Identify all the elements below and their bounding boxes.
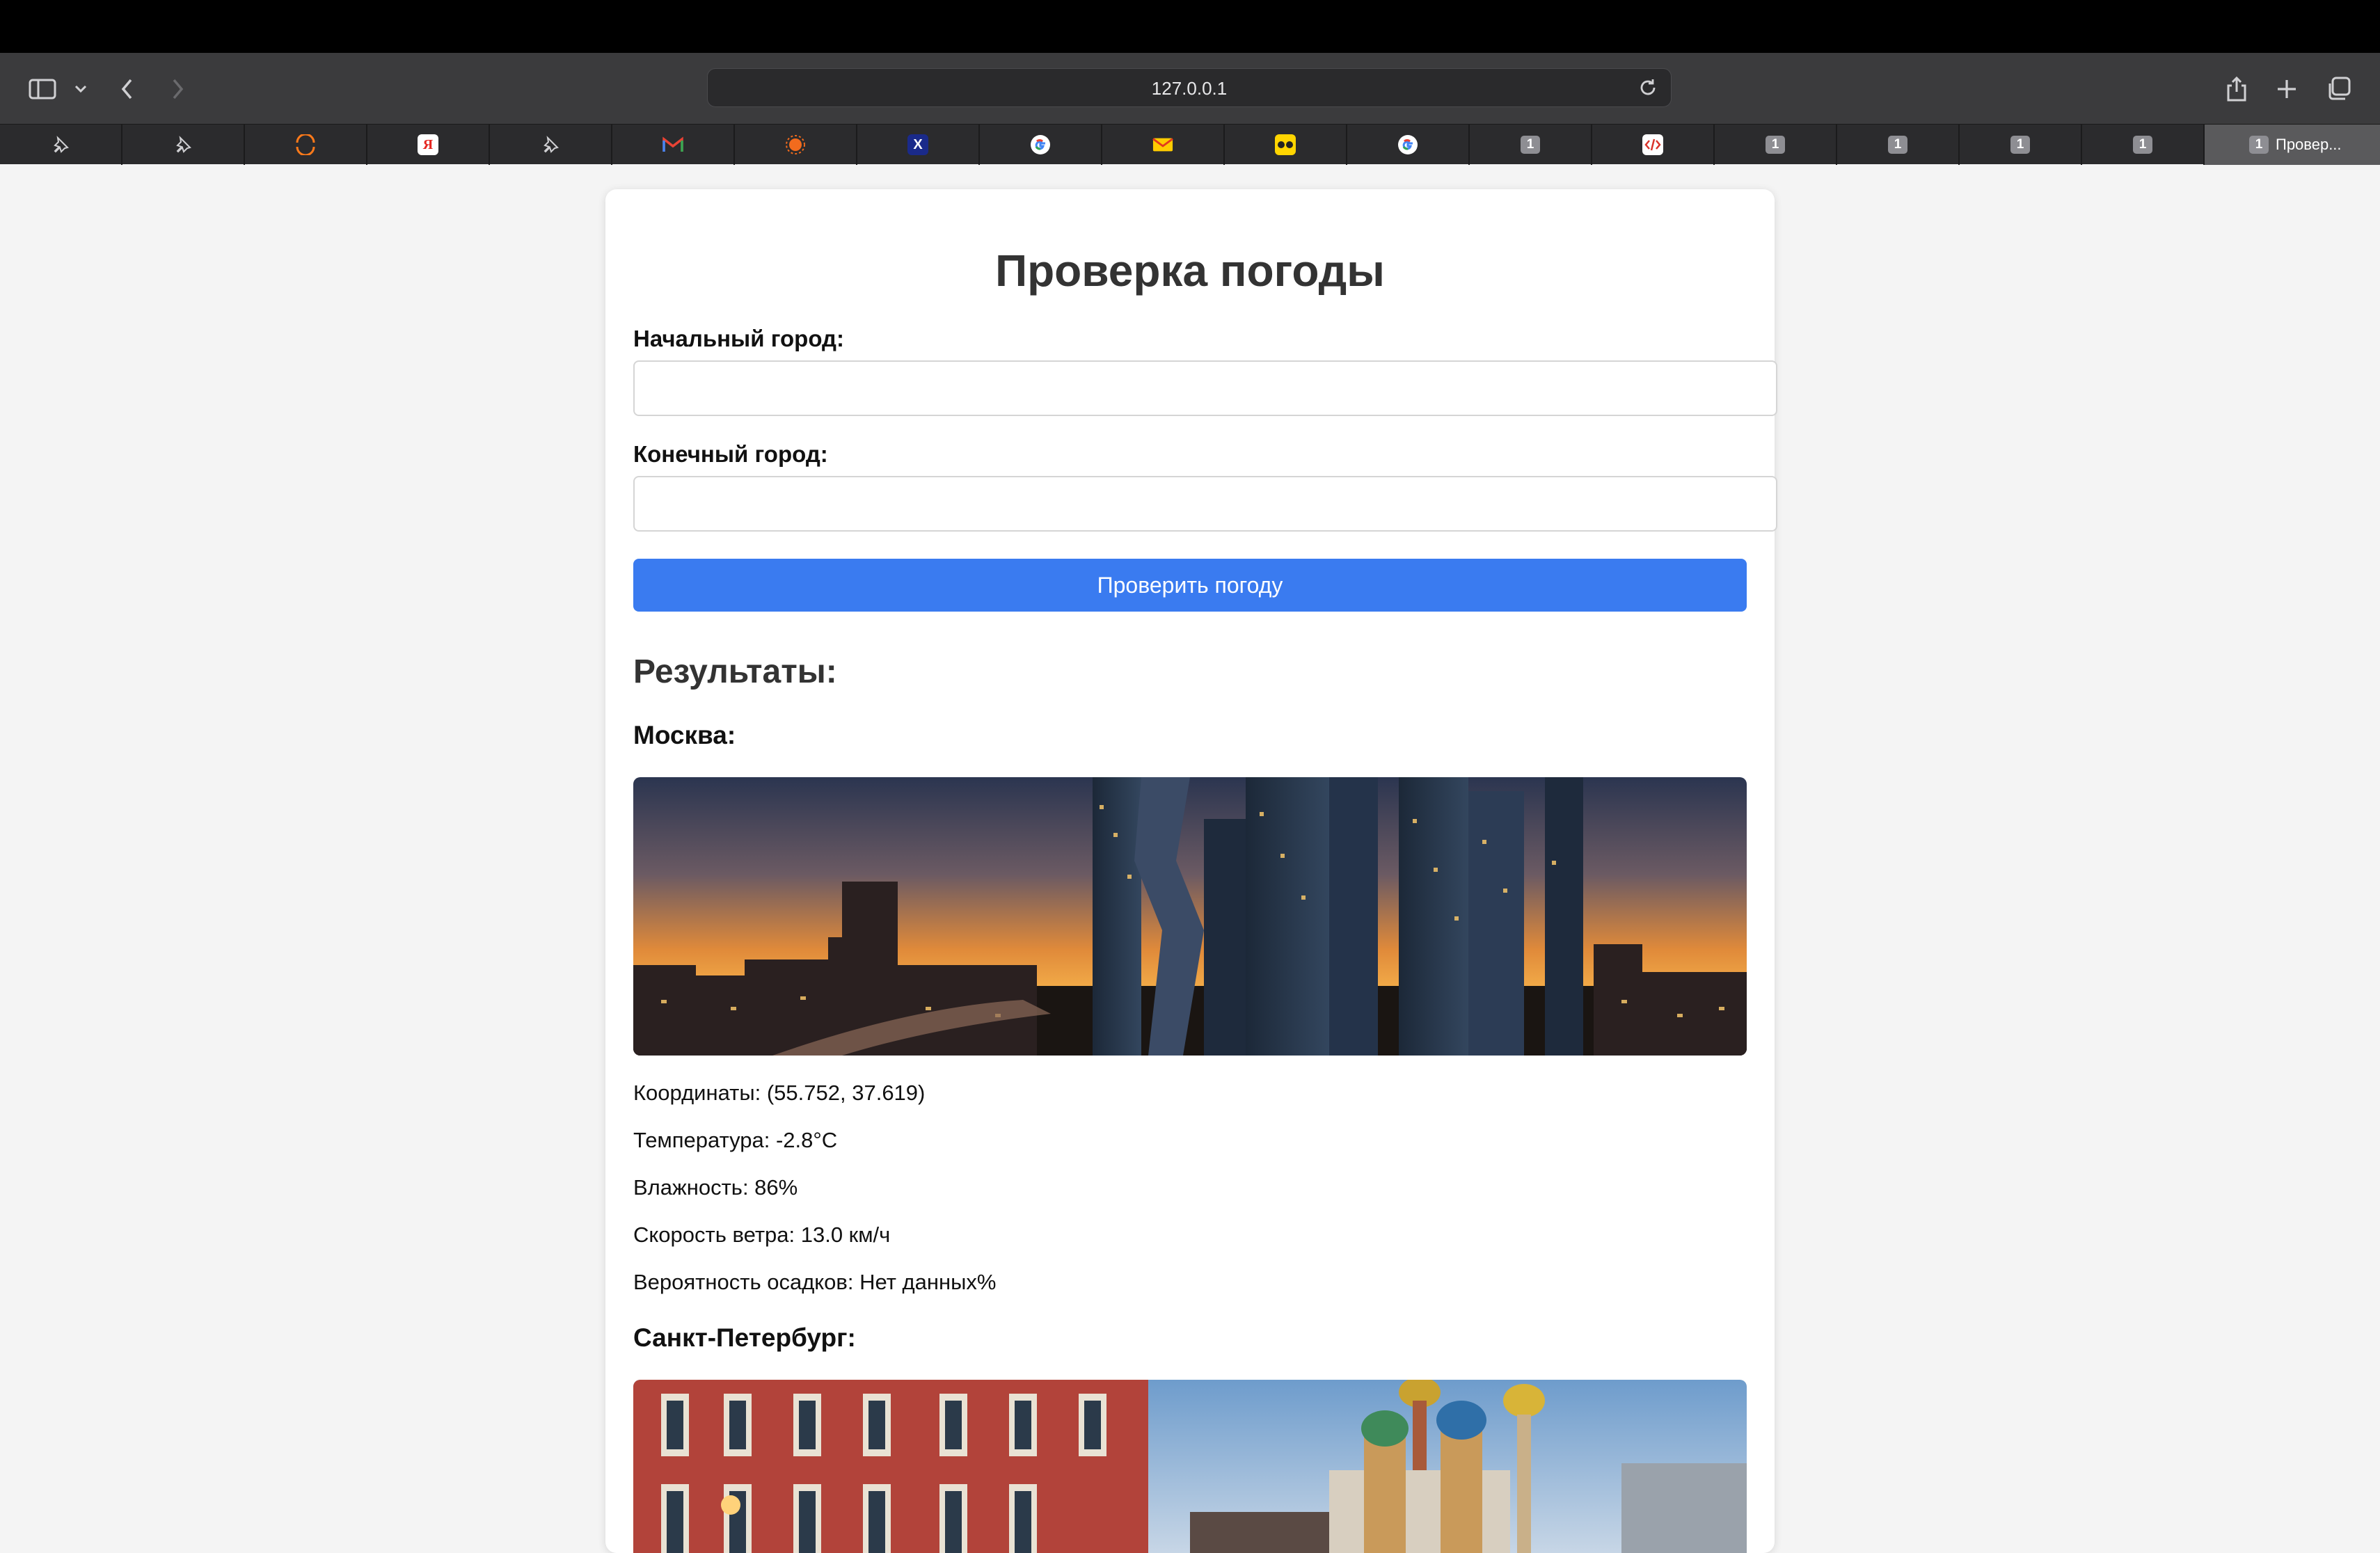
tab-active[interactable]: 1 Провер... (2205, 125, 2380, 165)
moscow-coordinates: Координаты: (55.752, 37.619) (633, 1081, 926, 1105)
back-icon[interactable] (117, 74, 138, 104)
pin-icon (540, 134, 561, 155)
weather-card: Проверка погоды Начальный город: Конечны… (605, 189, 1777, 1553)
url-text: 127.0.0.1 (1151, 78, 1228, 99)
moscow-temperature: Температура: -2.8°C (633, 1128, 838, 1152)
tab-10[interactable] (1102, 125, 1225, 165)
moscow-city-photo (633, 777, 1747, 1056)
google-icon (1030, 134, 1051, 155)
tab-7[interactable] (735, 125, 857, 165)
yellow-glasses-icon (1275, 134, 1296, 155)
number-icon: 1 (2249, 136, 2269, 154)
number-icon: 1 (2133, 136, 2152, 154)
moscow-humidity: Влажность: 86% (633, 1175, 798, 1200)
tab-11[interactable] (1225, 125, 1347, 165)
end-city-input[interactable] (633, 476, 1777, 532)
gmail-icon (663, 134, 683, 155)
orange-sun-icon (785, 134, 806, 155)
new-tab-icon[interactable] (2273, 74, 2301, 104)
saint-petersburg-city-photo (633, 1380, 1747, 1553)
sidebar-toggle-icon[interactable] (26, 74, 58, 104)
google-icon (1397, 134, 1418, 155)
yandex-icon: Я (418, 134, 438, 155)
number-icon: 1 (1888, 136, 1907, 154)
results-heading: Результаты: (633, 653, 837, 690)
tab-18[interactable]: 1 (2082, 125, 2205, 165)
end-city-label: Конечный город: (633, 441, 828, 467)
city-name-saint-petersburg: Санкт-Петербург: (633, 1323, 856, 1352)
number-icon: 1 (1521, 136, 1540, 154)
tab-12[interactable] (1347, 125, 1470, 165)
tab-4[interactable]: Я (367, 125, 490, 165)
active-tab-title: Провер... (2276, 136, 2342, 153)
tab-strip: Я X 1 1 1 1 1 1 Провер... (0, 124, 2380, 165)
tab-16[interactable]: 1 (1837, 125, 1960, 165)
tab-overview-icon[interactable] (2324, 74, 2352, 104)
pin-icon (50, 134, 71, 155)
tab-13[interactable]: 1 (1470, 125, 1592, 165)
orange-arc-icon (295, 134, 316, 155)
pin-icon (173, 134, 193, 155)
check-weather-button[interactable]: Проверить погоду (633, 559, 1747, 612)
start-city-input[interactable] (633, 360, 1777, 416)
chevron-down-icon[interactable] (72, 74, 89, 104)
code-icon (1642, 134, 1663, 155)
share-icon[interactable] (2223, 74, 2251, 104)
tab-14[interactable] (1592, 125, 1715, 165)
tab-15[interactable]: 1 (1715, 125, 1837, 165)
tab-9[interactable] (980, 125, 1102, 165)
moscow-wind-speed: Скорость ветра: 13.0 км/ч (633, 1223, 891, 1247)
moscow-precipitation: Вероятность осадков: Нет данных% (633, 1270, 997, 1294)
mail-envelope-icon (1152, 134, 1173, 155)
page-title: Проверка погоды (995, 246, 1385, 296)
tab-3[interactable] (245, 125, 367, 165)
tab-6[interactable] (612, 125, 735, 165)
tab-17[interactable]: 1 (1960, 125, 2082, 165)
number-icon: 1 (1766, 136, 1785, 154)
number-icon: 1 (2010, 136, 2030, 154)
tab-8[interactable]: X (857, 125, 980, 165)
x-icon: X (907, 134, 928, 155)
tab-5[interactable] (490, 125, 612, 165)
tab-2[interactable] (122, 125, 245, 165)
tab-1[interactable] (0, 125, 122, 165)
reload-icon[interactable] (1637, 77, 1658, 102)
address-bar[interactable]: 127.0.0.1 (707, 68, 1672, 107)
city-name-moscow: Москва: (633, 721, 736, 749)
browser-toolbar: 127.0.0.1 (0, 53, 2380, 124)
start-city-label: Начальный город: (633, 326, 844, 351)
menu-bar (0, 0, 2380, 53)
forward-icon[interactable] (167, 74, 188, 104)
